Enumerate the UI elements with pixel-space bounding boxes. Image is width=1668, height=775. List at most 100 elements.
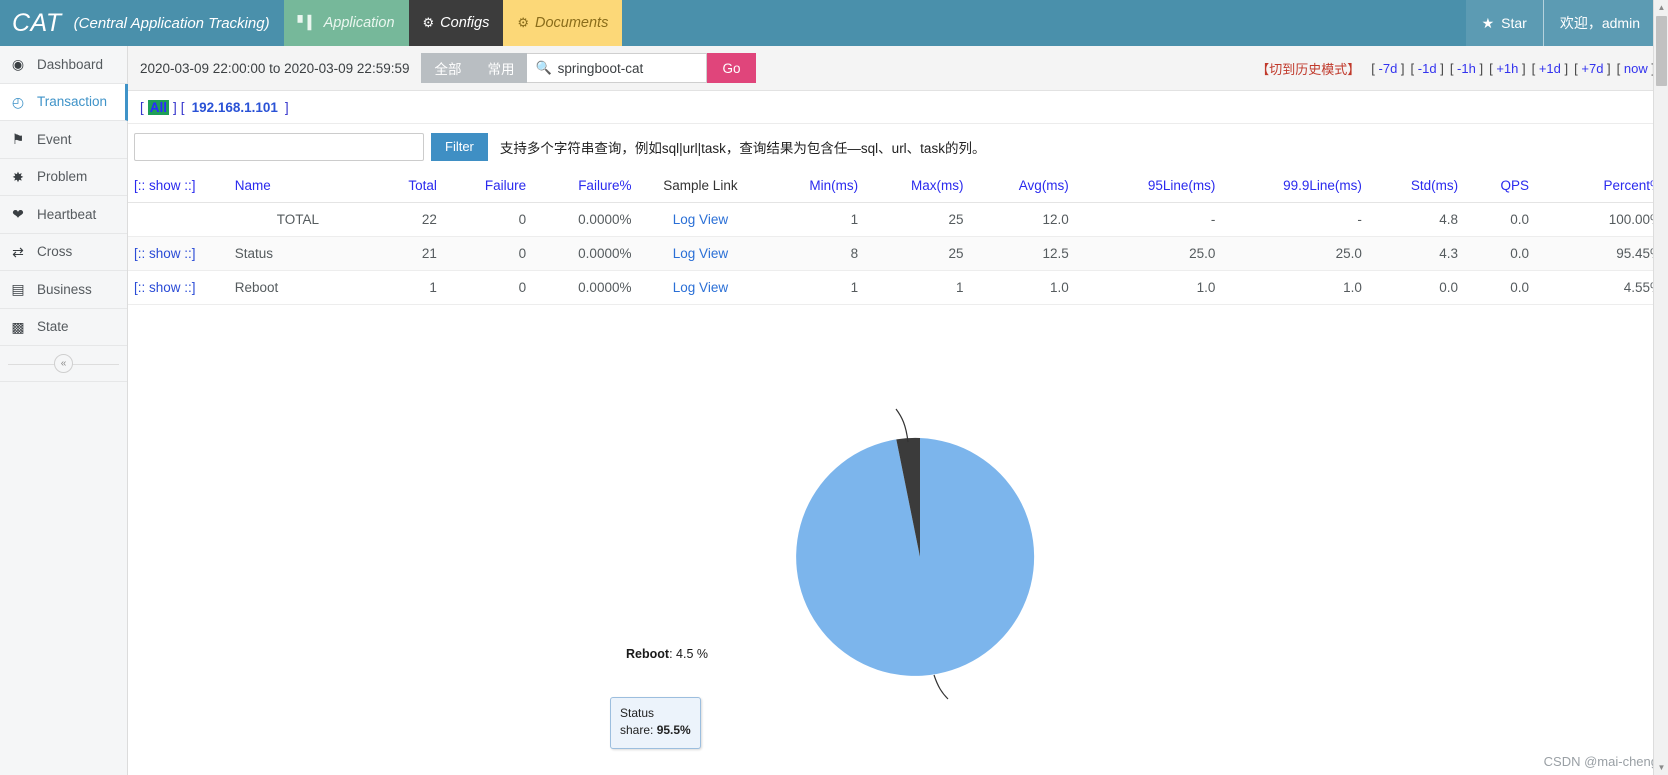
top-right-group: ★ Star 欢迎，admin xyxy=(1465,0,1656,46)
col-total-header[interactable]: Total xyxy=(348,169,443,203)
name-filter-row: Filter 支持多个字符串查询，例如sql|url|task，查询结果为包含任… xyxy=(128,124,1668,169)
row-percent-cell: 95.45% xyxy=(1535,236,1668,271)
filter-hint-text: 支持多个字符串查询，例如sql|url|task，查询结果为包含任—sql、ur… xyxy=(499,140,986,156)
pie-chart-container: Reboot: 4.5 % Status: 95.5 % Status shar… xyxy=(128,305,1668,749)
nav-configs[interactable]: ⚙ Configs xyxy=(408,0,504,46)
time-link-label[interactable]: +1d xyxy=(1539,61,1561,76)
go-button[interactable]: Go xyxy=(707,53,756,83)
sidebar-item-cross[interactable]: ⇄ Cross xyxy=(0,234,127,271)
row-95line-cell: 25.0 xyxy=(1074,236,1222,271)
table-header-row: [:: show ::] Name Total Failure Failure%… xyxy=(128,169,1668,203)
scroll-up-icon[interactable]: ▲ xyxy=(1654,0,1668,15)
log-view-link[interactable]: Log View xyxy=(673,212,728,227)
row-qps-cell: 0.0 xyxy=(1464,202,1536,237)
time-link-minus-1d: [ -1d ] xyxy=(1410,61,1444,76)
domain-search-box[interactable]: 🔍 xyxy=(527,53,708,83)
scope-common-button[interactable]: 常用 xyxy=(474,53,528,83)
table-row: TOTAL 22 0 0.0000% Log View 1 25 12.0 - … xyxy=(128,202,1668,237)
row-failure-cell: 0 xyxy=(442,236,533,271)
filter-button[interactable]: Filter xyxy=(431,132,488,161)
history-mode-link[interactable]: 【切到历史模式】 xyxy=(1256,59,1360,78)
top-nav: ▘▍ Application ⚙ Configs ⚙ Documents xyxy=(283,0,623,46)
bar-chart-icon: ▘▍ xyxy=(297,15,318,30)
col-show-header[interactable]: [:: show ::] xyxy=(128,169,229,203)
show-link[interactable]: [:: show ::] xyxy=(134,246,196,261)
dashboard-icon: ◉ xyxy=(11,56,25,73)
col-avg-header[interactable]: Avg(ms) xyxy=(969,169,1075,203)
top-bar: CAT (Central Application Tracking) ▘▍ Ap… xyxy=(0,0,1668,46)
sidebar-item-business[interactable]: ▤ Business xyxy=(0,271,127,309)
nav-application-label: Application xyxy=(323,15,395,31)
time-link-plus-1h: [ +1h ] xyxy=(1489,61,1526,76)
nav-application[interactable]: ▘▍ Application xyxy=(283,0,409,46)
user-menu[interactable]: 欢迎，admin xyxy=(1542,0,1656,46)
col-qps-header[interactable]: QPS xyxy=(1464,169,1536,203)
sidebar: ◉ Dashboard ◴ Transaction ⚑ Event ✸ Prob… xyxy=(0,46,128,775)
collapse-sidebar-button[interactable]: « xyxy=(54,354,73,373)
row-qps-cell: 0.0 xyxy=(1464,236,1536,271)
time-link-label[interactable]: -1h xyxy=(1457,61,1476,76)
col-sample-link-header: Sample Link xyxy=(637,169,764,203)
col-max-header[interactable]: Max(ms) xyxy=(864,169,970,203)
time-link-label[interactable]: now xyxy=(1624,61,1648,76)
bracket-open: [ xyxy=(180,99,185,115)
search-input[interactable] xyxy=(557,60,699,76)
time-link-now: [ now ] xyxy=(1616,61,1655,76)
row-min-cell: 1 xyxy=(763,202,865,237)
sidebar-item-state[interactable]: ▩ State xyxy=(0,309,127,346)
host-all-option[interactable]: All xyxy=(147,99,170,115)
sidebar-item-dashboard[interactable]: ◉ Dashboard xyxy=(0,46,127,84)
time-link-label[interactable]: +7d xyxy=(1581,61,1603,76)
row-95line-cell: 1.0 xyxy=(1074,270,1222,305)
time-link-label[interactable]: -1d xyxy=(1418,61,1437,76)
nav-documents[interactable]: ⚙ Documents xyxy=(503,0,623,46)
sidebar-item-event[interactable]: ⚑ Event xyxy=(0,121,127,159)
row-avg-cell: 1.0 xyxy=(969,270,1075,305)
row-show-cell xyxy=(128,202,229,237)
row-avg-cell: 12.0 xyxy=(969,202,1075,237)
sidebar-item-label: Event xyxy=(37,131,72,147)
col-name-header[interactable]: Name xyxy=(228,169,349,203)
tooltip-row: share: 95.5% xyxy=(620,722,691,739)
time-link-minus-1h: [ -1h ] xyxy=(1449,61,1484,76)
col-std-header[interactable]: Std(ms) xyxy=(1367,169,1465,203)
row-name-cell: TOTAL xyxy=(228,202,349,237)
tooltip-key: share: xyxy=(620,723,654,738)
scrollbar-thumb[interactable] xyxy=(1656,16,1667,86)
time-link-label[interactable]: -7d xyxy=(1379,61,1398,76)
col-failure-pct-header[interactable]: Failure% xyxy=(532,169,638,203)
clock-icon: ◴ xyxy=(11,93,25,110)
star-label: Star xyxy=(1501,15,1527,31)
brand-subtitle: (Central Application Tracking) xyxy=(73,14,270,32)
col-95line-header[interactable]: 95Line(ms) xyxy=(1074,169,1222,203)
col-min-header[interactable]: Min(ms) xyxy=(763,169,865,203)
query-toolbar: 2020-03-09 22:00:00 to 2020-03-09 22:59:… xyxy=(128,46,1668,91)
row-std-cell: 0.0 xyxy=(1367,270,1465,305)
host-ip-option[interactable]: 192.168.1.101 xyxy=(192,100,278,115)
row-failure-cell: 0 xyxy=(442,202,533,237)
col-percent-header[interactable]: Percent% xyxy=(1535,169,1668,203)
flag-icon: ⚑ xyxy=(11,131,25,148)
sidebar-item-heartbeat[interactable]: ❤ Heartbeat xyxy=(0,196,127,234)
log-view-link[interactable]: Log View xyxy=(673,246,728,261)
time-link-label[interactable]: +1h xyxy=(1496,61,1518,76)
scope-all-button[interactable]: 全部 xyxy=(421,53,475,83)
sidebar-item-transaction[interactable]: ◴ Transaction xyxy=(0,83,128,121)
show-link[interactable]: [:: show ::] xyxy=(134,280,196,295)
sidebar-item-label: State xyxy=(37,319,69,335)
gears-icon: ⚙ xyxy=(517,15,529,30)
row-avg-cell: 12.5 xyxy=(969,236,1075,271)
sidebar-item-problem[interactable]: ✸ Problem xyxy=(0,159,127,196)
row-total-cell: 21 xyxy=(348,236,443,271)
sidebar-item-label: Heartbeat xyxy=(37,206,97,222)
col-failure-header[interactable]: Failure xyxy=(442,169,533,203)
star-button[interactable]: ★ Star xyxy=(1465,0,1543,46)
table-row: [:: show ::] Reboot 1 0 0.0000% Log View… xyxy=(128,270,1668,305)
star-icon: ★ xyxy=(1481,14,1495,31)
log-view-link[interactable]: Log View xyxy=(673,280,728,295)
col-999line-header[interactable]: 99.9Line(ms) xyxy=(1221,169,1368,203)
date-range-label[interactable]: 2020-03-09 22:00:00 to 2020-03-09 22:59:… xyxy=(128,61,421,76)
scroll-down-icon[interactable]: ▼ xyxy=(1654,760,1668,775)
page-scrollbar[interactable]: ▲ ▼ xyxy=(1653,0,1668,775)
filter-input[interactable] xyxy=(134,132,424,161)
